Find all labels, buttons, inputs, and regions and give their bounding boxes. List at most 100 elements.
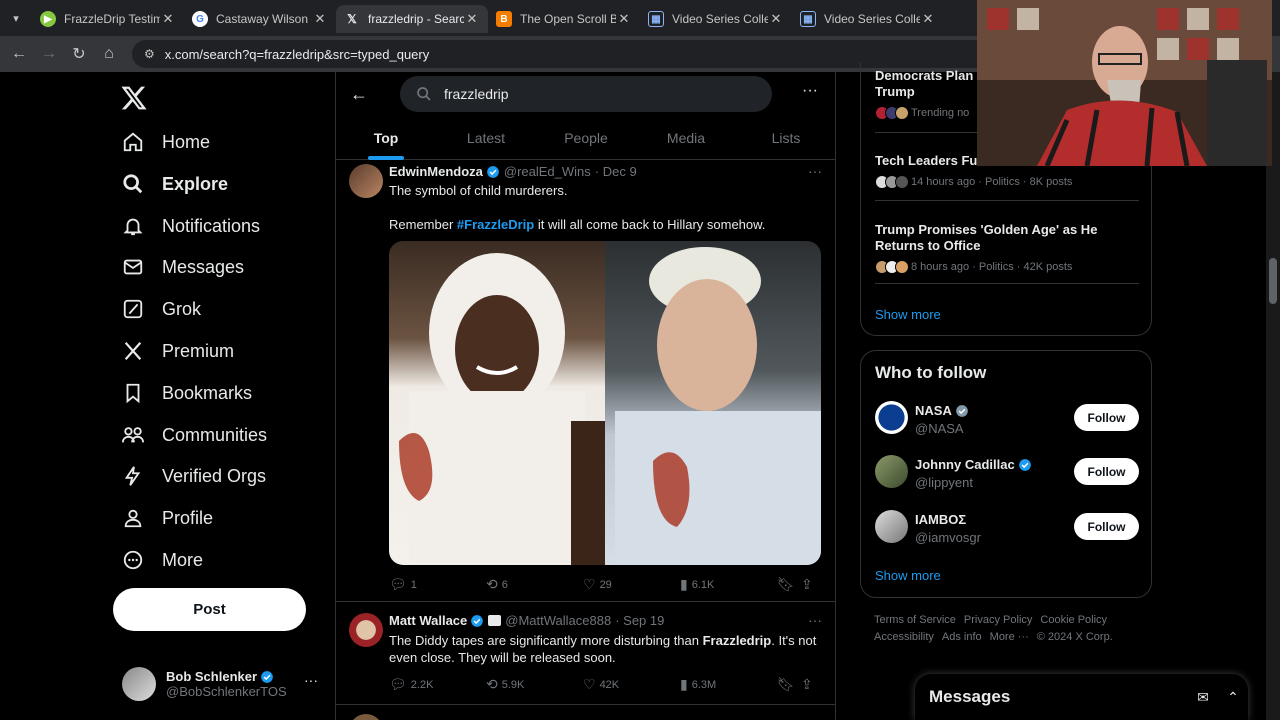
browser-tab-2[interactable]: 𝕏 frazzledrip - Search / ✕	[336, 5, 488, 33]
author-handle[interactable]: @MattWallace888	[505, 613, 611, 628]
avatar[interactable]	[349, 714, 383, 720]
bell-icon	[120, 213, 146, 239]
like-button[interactable]: ♡ 29	[583, 576, 680, 593]
follow-button[interactable]: Follow	[1074, 458, 1139, 485]
follow-suggestion[interactable]: Johnny Cadillac @lippyent Follow	[875, 455, 1139, 495]
footer-link[interactable]: Cookie Policy	[1040, 614, 1107, 626]
views-button[interactable]: ▮ 6.3M	[680, 676, 777, 693]
browser-tab-4[interactable]: ▦ Video Series Collecti ✕	[640, 5, 792, 33]
share-button[interactable]: ⇪	[801, 676, 821, 693]
site-info-icon[interactable]: ⚙	[144, 47, 155, 61]
nav-premium[interactable]: Premium	[120, 331, 234, 371]
reply-button[interactable]: 💬︎ 2.2K	[389, 676, 486, 693]
nav-notifications[interactable]: Notifications	[120, 206, 260, 246]
search-input[interactable]: frazzledrip	[400, 76, 772, 112]
follow-suggestion[interactable]: ΙΑΜΒΟΣ @iamvosgr Follow	[875, 510, 1139, 550]
account-more-icon[interactable]: ···	[304, 672, 318, 688]
account-name: Bob Schlenker	[166, 669, 258, 684]
bookmark-button[interactable]: 🔖︎	[777, 676, 801, 693]
close-tab-icon[interactable]: ✕	[616, 11, 632, 27]
tweet-more-icon[interactable]: ···	[808, 163, 822, 179]
tab-top[interactable]: Top	[336, 116, 436, 159]
browser-tab-3[interactable]: B The Open Scroll Blog ✕	[488, 5, 640, 33]
tweet[interactable]: Matt Wallace @MattWallace888 · Sep 19 ··…	[336, 603, 835, 705]
tweet-more-icon[interactable]: ···	[808, 612, 822, 628]
avatar[interactable]	[875, 455, 908, 488]
nav-explore[interactable]: Explore	[120, 164, 228, 204]
nav-grok[interactable]: Grok	[120, 289, 201, 329]
tweet[interactable]: EdwinMendoza @realEd_Wins · Dec 9 ··· Th…	[336, 161, 835, 602]
tweet-media[interactable]	[389, 241, 821, 565]
tweet-date[interactable]: · Dec 9	[595, 164, 637, 179]
author-name[interactable]: EdwinMendoza	[389, 164, 483, 179]
footer-link[interactable]: Terms of Service	[874, 614, 956, 626]
back-arrow-icon[interactable]: ←	[350, 84, 368, 105]
like-button[interactable]: ♡ 42K	[583, 676, 680, 693]
reply-icon: 💬︎	[389, 576, 407, 592]
trends-show-more-link[interactable]: Show more	[875, 307, 941, 322]
nav-more[interactable]: More	[120, 540, 203, 580]
tab-media[interactable]: Media	[636, 116, 736, 159]
account-switcher[interactable]: Bob Schlenker @BobSchlenkerTOS ···	[122, 662, 322, 706]
repost-button[interactable]: ⟲ 6	[486, 576, 583, 593]
avatar[interactable]	[349, 164, 383, 198]
post-button[interactable]: Post	[113, 588, 306, 631]
repost-button[interactable]: ⟲ 5.9K	[486, 676, 583, 693]
nav-home[interactable]: Home	[120, 122, 210, 162]
scrollbar-thumb[interactable]	[1269, 258, 1277, 304]
reply-button[interactable]: 💬︎ 1	[389, 576, 486, 593]
expand-icon[interactable]: ⌃	[1218, 689, 1248, 706]
forward-icon[interactable]: →	[34, 39, 64, 69]
tweet-date[interactable]: · Sep 19	[615, 613, 664, 628]
avatar[interactable]	[349, 613, 383, 647]
avatar[interactable]	[875, 510, 908, 543]
media-photo-left[interactable]	[389, 241, 605, 565]
avatar[interactable]	[875, 401, 908, 434]
nav-profile[interactable]: Profile	[120, 498, 213, 538]
tab-latest[interactable]: Latest	[436, 116, 536, 159]
nav-bookmarks[interactable]: Bookmarks	[120, 373, 252, 413]
messages-drawer[interactable]: Messages ✉ ⌃	[915, 674, 1248, 720]
x-logo-icon[interactable]	[120, 84, 148, 112]
tab-search-dropdown-icon[interactable]: ▾	[0, 0, 32, 36]
nav-communities[interactable]: Communities	[120, 415, 267, 455]
footer-link[interactable]: Accessibility	[874, 631, 934, 643]
follow-suggestion[interactable]: NASA @NASA Follow	[875, 401, 1139, 441]
back-icon[interactable]: ←	[4, 39, 34, 69]
trend-item[interactable]: Trump Promises 'Golden Age' as He Return…	[875, 222, 1139, 274]
bookmark-button[interactable]: 🔖︎	[777, 576, 801, 593]
author-name[interactable]: Matt Wallace	[389, 613, 467, 628]
tab-people[interactable]: People	[536, 116, 636, 159]
footer-link[interactable]: Privacy Policy	[964, 614, 1032, 626]
close-tab-icon[interactable]: ✕	[312, 11, 328, 27]
search-options-icon[interactable]: ···	[802, 82, 818, 100]
page-scrollbar[interactable]	[1266, 72, 1280, 720]
follow-button[interactable]: Follow	[1074, 513, 1139, 540]
nav-messages[interactable]: Messages	[120, 247, 244, 287]
home-icon[interactable]: ⌂	[94, 39, 124, 69]
reload-icon[interactable]: ↻	[64, 39, 94, 69]
media-photo-right[interactable]	[605, 241, 821, 565]
views-button[interactable]: ▮ 6.1K	[680, 576, 777, 593]
browser-tab-1[interactable]: G Castaway Wilson - Gr ✕	[184, 5, 336, 33]
close-tab-icon[interactable]: ✕	[920, 11, 936, 27]
follow-show-more-link[interactable]: Show more	[875, 568, 941, 583]
lightning-icon	[120, 463, 146, 489]
nav-verified-orgs[interactable]: Verified Orgs	[120, 456, 266, 496]
left-navigation: Home Explore Notifications Messages Grok…	[0, 72, 335, 720]
rumble-icon: ▶	[40, 11, 56, 27]
bookmark-icon: 🔖︎	[777, 576, 795, 592]
tab-lists[interactable]: Lists	[736, 116, 835, 159]
close-tab-icon[interactable]: ✕	[768, 11, 784, 27]
share-button[interactable]: ⇪	[801, 576, 821, 593]
close-tab-icon[interactable]: ✕	[464, 11, 480, 27]
footer-link[interactable]: Ads info	[942, 631, 982, 643]
footer-link[interactable]: More ···	[990, 631, 1029, 643]
hashtag-link[interactable]: #FrazzleDrip	[457, 217, 534, 232]
browser-tab-5[interactable]: ▦ Video Series Collecti ✕	[792, 5, 944, 33]
new-message-icon[interactable]: ✉	[1188, 689, 1218, 706]
close-tab-icon[interactable]: ✕	[160, 11, 176, 27]
browser-tab-0[interactable]: ▶ FrazzleDrip Testimon ✕	[32, 5, 184, 33]
follow-button[interactable]: Follow	[1074, 404, 1139, 431]
author-handle[interactable]: @realEd_Wins	[504, 164, 591, 179]
